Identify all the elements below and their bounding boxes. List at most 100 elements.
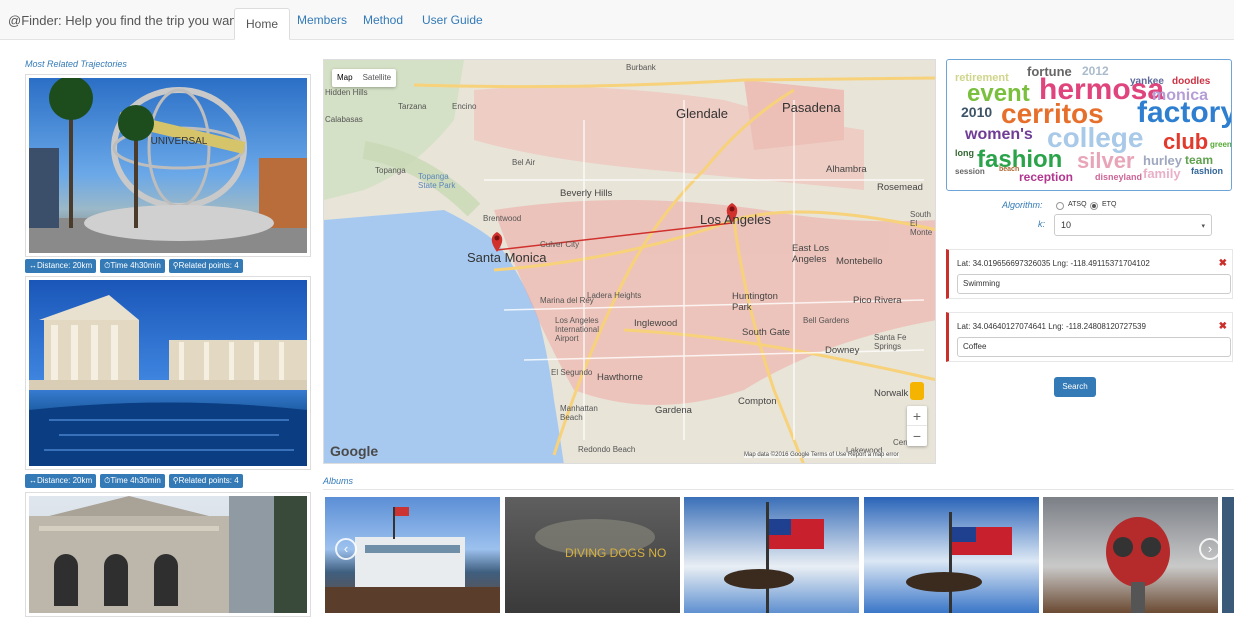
query-point-card: Lat: 34.04640127074641 Lng: -118.2480812…: [946, 312, 1233, 362]
map-attribution[interactable]: Map data ©2016 Google Terms of Use Repor…: [744, 452, 899, 458]
tab-method[interactable]: Method: [363, 13, 403, 27]
tab-user-guide[interactable]: User Guide: [422, 13, 483, 27]
map-label: Ladera Heights: [587, 291, 642, 300]
wordcloud-word: session: [955, 167, 985, 176]
trajectories-title: Most Related Trajectories: [25, 59, 127, 69]
map-label: Compton: [738, 396, 777, 407]
albums-divider: [323, 489, 1234, 490]
keyword-wordcloud: fortune 2012 retirement yankee doodles e…: [946, 59, 1232, 191]
map-label: Pasadena: [782, 100, 841, 115]
brand-title[interactable]: @Finder: Help you find the trip you want…: [8, 13, 244, 28]
map-label: Tarzana: [398, 102, 427, 111]
album-photo[interactable]: [864, 497, 1039, 613]
map-label: East Los Angeles: [792, 243, 829, 265]
map-label: Manhattan Beach: [560, 404, 598, 422]
album-photo[interactable]: DIVING DOGS NO: [505, 497, 680, 613]
map-label: Glendale: [676, 106, 729, 121]
wordcloud-word: disneyland: [1095, 172, 1143, 182]
map-label: Brentwood: [483, 214, 522, 223]
zoom-in-button[interactable]: +: [907, 406, 927, 426]
wordcloud-word: reception: [1019, 170, 1074, 184]
k-select[interactable]: 10 ▾: [1054, 214, 1212, 236]
algorithm-option-atsq[interactable]: ATSQ: [1068, 201, 1087, 208]
trajectory-card[interactable]: UNIVERSAL: [25, 74, 311, 257]
query-point-coordinates: Lat: 34.019656697326035 Lng: -118.491153…: [957, 259, 1150, 268]
albums-title: Albums: [323, 476, 354, 486]
map-label: Beverly Hills: [560, 188, 613, 199]
algorithm-option-etq[interactable]: ETQ: [1102, 201, 1116, 208]
trajectory-photo: [29, 280, 307, 466]
algorithm-radio-etq[interactable]: [1090, 202, 1098, 210]
map-label: Marina del Rey: [540, 296, 594, 305]
map-type-satellite[interactable]: Satellite: [358, 69, 396, 87]
query-point-card: Lat: 34.019656697326035 Lng: -118.491153…: [946, 249, 1233, 299]
remove-point-icon[interactable]: ✖: [1219, 258, 1227, 269]
map-label: Hidden Hills: [325, 88, 368, 97]
tab-members[interactable]: Members: [297, 13, 347, 27]
map-label: South El Monte: [910, 210, 933, 237]
related-points-badge: ⚲Related points: 4: [168, 474, 243, 488]
trajectory-card[interactable]: [25, 492, 311, 617]
map-type-map[interactable]: Map: [332, 69, 358, 87]
universal-globe-image: UNIVERSAL: [29, 78, 307, 253]
google-logo: Google: [330, 443, 379, 459]
map-label: Burbank: [626, 63, 656, 72]
svg-text:DIVING DOGS NO: DIVING DOGS NO: [565, 546, 666, 560]
album-photo[interactable]: [1043, 497, 1218, 613]
map-label: South Gate: [742, 327, 791, 338]
map-label: Topanga: [375, 166, 406, 175]
trajectory-badges: ↔Distance: 20km ⏱Time 4h30min ⚲Related p…: [25, 259, 243, 273]
album-photo[interactable]: [684, 497, 859, 613]
top-navbar: @Finder: Help you find the trip you want…: [0, 0, 1234, 40]
album-photo[interactable]: [1222, 497, 1234, 613]
map-label: Norwalk: [874, 388, 909, 399]
map-label: Topanga State Park: [418, 172, 456, 190]
wordcloud-word: family: [1143, 166, 1181, 181]
remove-point-icon[interactable]: ✖: [1219, 321, 1227, 332]
carousel-next-button[interactable]: ›: [1199, 538, 1221, 560]
k-select-value: 10: [1061, 220, 1072, 230]
pool-temple-image: [29, 295, 307, 466]
map-label: Rosemead: [877, 182, 923, 193]
time-badge: ⏱Time 4h30min: [100, 259, 165, 273]
search-button[interactable]: Search: [1054, 377, 1096, 397]
algorithm-label: Algorithm:: [1002, 200, 1043, 210]
wordcloud-word: fashion: [1191, 166, 1224, 176]
carousel-prev-button[interactable]: ‹: [335, 538, 357, 560]
chevron-down-icon: ▾: [1201, 223, 1205, 230]
query-point-activity-input[interactable]: Swimming: [957, 274, 1231, 294]
library-building-image: [29, 496, 307, 613]
map-label: Los Angeles: [700, 212, 771, 227]
wordcloud-word: long: [955, 148, 974, 158]
zoom-out-button[interactable]: −: [907, 426, 927, 446]
trajectory-card[interactable]: [25, 276, 311, 470]
map-label: Los Angeles International Airport: [555, 316, 600, 343]
algorithm-radio-atsq[interactable]: [1056, 202, 1064, 210]
map-label: Santa Monica: [467, 250, 547, 265]
wordcloud-word: green: [1210, 140, 1232, 149]
map-type-toggle[interactable]: Map Satellite: [332, 69, 397, 87]
wordcloud-word: doodles: [1172, 76, 1211, 87]
wordcloud-word: women's: [965, 126, 1033, 143]
map-label: Pico Rivera: [853, 295, 902, 306]
map-label: Culver City: [540, 240, 580, 249]
map-label: Hawthorne: [597, 372, 643, 383]
map-label: Montebello: [836, 256, 883, 267]
map-label: Redondo Beach: [578, 445, 636, 454]
query-point-coordinates: Lat: 34.04640127074641 Lng: -118.2480812…: [957, 322, 1146, 331]
map-label: Santa Fe Springs: [874, 333, 907, 351]
trajectory-photo: UNIVERSAL: [29, 78, 307, 253]
street-view-pegman-icon[interactable]: [910, 382, 924, 400]
svg-text:UNIVERSAL: UNIVERSAL: [151, 136, 208, 147]
map-label: Encino: [452, 102, 477, 111]
related-points-badge: ⚲Related points: 4: [168, 259, 243, 273]
map-label: Downey: [825, 345, 860, 356]
time-badge: ⏱Time 4h30min: [100, 474, 165, 488]
k-label: k:: [1038, 219, 1046, 229]
tab-home[interactable]: Home: [234, 8, 291, 40]
trajectory-badges: ↔Distance: 20km ⏱Time 4h30min ⚲Related p…: [25, 474, 243, 488]
distance-badge: ↔Distance: 20km: [25, 474, 97, 488]
map-label: Huntington Park: [732, 291, 778, 313]
wordcloud-word: beach: [999, 166, 1020, 173]
query-point-activity-input[interactable]: Coffee: [957, 337, 1231, 357]
